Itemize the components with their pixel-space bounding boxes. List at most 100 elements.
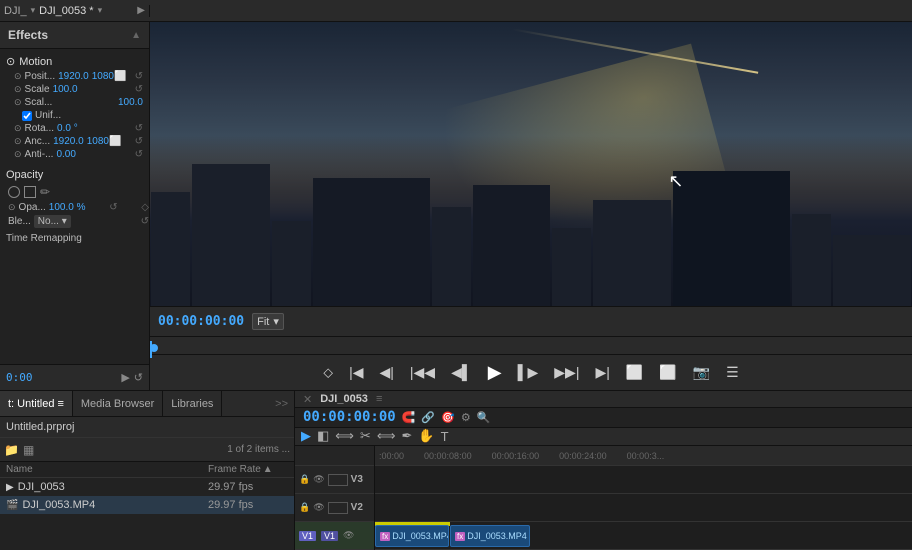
tool-type[interactable]: T (441, 429, 449, 444)
effects-collapse-icon[interactable]: ▲ (131, 30, 141, 41)
seq-link-icon[interactable]: 🔗 (421, 411, 435, 424)
anchor-timer-icon: ⊙ (14, 136, 22, 147)
clip-name-1: DJI_0053.MP4 (392, 531, 449, 541)
name-col-header[interactable]: Name (6, 464, 208, 475)
v2-eye-icon[interactable]: 👁 (313, 502, 324, 513)
tab-untitled-menu[interactable]: ≡ (57, 398, 63, 410)
jump-back-btn[interactable]: |◀◀ (406, 362, 439, 383)
effects-menu-btn[interactable]: ↺ (134, 371, 143, 384)
opacity-value[interactable]: 100.0 % (49, 202, 86, 213)
tool-hand[interactable]: ✋ (418, 428, 434, 444)
tab-untitled[interactable]: t: Untitled ≡ (0, 391, 73, 416)
ruler-t0: :00:00 (379, 451, 404, 461)
rotation-reset-icon[interactable]: ↺ (135, 123, 143, 134)
jump-fwd-btn[interactable]: ▶▶| (550, 362, 583, 383)
preview-canvas[interactable]: ↖ (150, 22, 912, 306)
play-fwd-btn[interactable]: ▌▶ (514, 362, 543, 383)
step-fwd-btn[interactable]: ▶| (591, 362, 613, 383)
tab-arrow-right[interactable]: ▶ (137, 5, 145, 16)
effects-title: Effects (8, 28, 48, 42)
antiflicker-value[interactable]: 0.00 (56, 149, 75, 160)
seq-markers-icon[interactable]: 🎯 (441, 411, 455, 424)
opacity-rect-shape[interactable] (24, 186, 36, 198)
blend-reset-icon[interactable]: ↺ (141, 216, 149, 227)
scale-u-value[interactable]: 100.0 (118, 97, 143, 108)
play-back-btn[interactable]: ◀▌ (447, 362, 476, 383)
opacity-keyframe-icon[interactable]: ◇ (141, 202, 149, 213)
scale-reset-icon[interactable]: ↺ (135, 84, 143, 95)
scale-value[interactable]: 100.0 (53, 84, 78, 95)
tool-selection[interactable]: ▶ (301, 428, 311, 444)
proj-new-bin-icon[interactable]: 📁 (4, 443, 19, 457)
effects-list: ⊙ Motion ⊙ Posit... 1920.0 1080⬜ ↺ ⊙ (0, 49, 149, 364)
anchor-reset-icon[interactable]: ↺ (135, 136, 143, 147)
track-label-v1: V1 V1 👁 (295, 522, 374, 550)
opacity-circle-shape[interactable] (8, 186, 20, 198)
clip-dji0053-2[interactable]: fx DJI_0053.MP4 (450, 525, 530, 547)
tool-razor[interactable]: ✂ (360, 428, 371, 444)
seq-menu-icon[interactable]: ≡ (376, 393, 382, 405)
file-fps-dji0053: 29.97 fps (208, 481, 288, 493)
seq-settings-icon[interactable]: ⚙ (461, 411, 471, 424)
property-anchor: ⊙ Anc... 1920.0 1080⬜ ↺ (6, 135, 143, 148)
file-name-dji0053: DJI_0053 (18, 481, 208, 493)
tab-media-browser[interactable]: Media Browser (73, 391, 163, 416)
position-reset-icon[interactable]: ↺ (135, 71, 143, 82)
tool-track-select[interactable]: ◧ (317, 428, 329, 444)
fit-dropdown[interactable]: Fit ▾ (252, 313, 284, 330)
tab-dji0053-chevron[interactable]: ▾ (98, 5, 103, 16)
effects-play-btn[interactable]: ▶ (121, 371, 129, 384)
file-row-dji0053[interactable]: ▶ DJI_0053 29.97 fps (0, 478, 294, 496)
v3-eye-icon[interactable]: 👁 (313, 474, 324, 485)
seq-track-v2 (375, 494, 912, 522)
v2-patch-icon[interactable] (328, 502, 348, 514)
anchor-x-value[interactable]: 1920.0 (53, 136, 84, 147)
seq-close-icon[interactable]: ✕ (303, 393, 312, 406)
clip-dji0053-1[interactable]: fx DJI_0053.MP4 (375, 525, 449, 547)
position-y-value[interactable]: 1080⬜ (92, 71, 127, 82)
position-x-value[interactable]: 1920.0 (58, 71, 89, 82)
rotation-value[interactable]: 0.0 ° (57, 123, 78, 134)
anchor-y-value[interactable]: 1080⬜ (87, 136, 122, 147)
uniform-scale-checkbox[interactable] (22, 111, 32, 121)
proj-thumb-icon[interactable]: ▦ (23, 443, 34, 457)
export-frame-btn[interactable]: 📷 (689, 362, 714, 383)
file-row-dji0053mp4[interactable]: 🎬 DJI_0053.MP4 29.97 fps (0, 496, 294, 514)
tool-pen[interactable]: ✒ (401, 428, 412, 444)
fps-col-header[interactable]: Frame Rate ▲ (208, 464, 288, 475)
loop-btn[interactable]: ⬜ (622, 362, 647, 383)
opacity-pen-icon[interactable]: ✏ (40, 185, 50, 199)
position-label: Posit... (25, 71, 56, 82)
seq-ruler-spacer (295, 446, 374, 466)
opacity-reset-btn[interactable]: ↺ (109, 202, 117, 213)
scale-u-icon: ⊙ (14, 97, 22, 108)
frame-back-btn[interactable]: ◀| (375, 362, 397, 383)
property-blend-mode: Ble... No... ▾ ↺ (0, 214, 149, 229)
safe-margin-btn[interactable]: ⬜ (655, 362, 680, 383)
seq-track-v1[interactable]: fx DJI_0053.MP4 fx DJI_0053.MP4 (375, 522, 912, 550)
tab-dji-chevron[interactable]: ▾ (31, 5, 36, 16)
blend-value[interactable]: No... ▾ (34, 215, 71, 228)
marker-btn[interactable]: ⬦ (319, 362, 337, 383)
v1-active-badge[interactable]: V1 (299, 531, 316, 541)
motion-group-header[interactable]: ⊙ Motion (6, 53, 143, 70)
step-back-btn[interactable]: |◀ (345, 362, 367, 383)
v3-lock-icon[interactable]: 🔒 (299, 474, 310, 485)
tab-dji[interactable]: DJI_ (4, 5, 27, 17)
seq-search-icon[interactable]: 🔍 (477, 411, 491, 424)
panel-expand-icon[interactable]: >> (275, 398, 294, 410)
v2-lock-icon[interactable]: 🔒 (299, 502, 310, 513)
v1-eye-icon[interactable]: 👁 (343, 530, 354, 541)
seq-magnet-icon[interactable]: 🧲 (402, 411, 416, 424)
settings-btn[interactable]: ☰ (722, 362, 743, 383)
v1-patch-badge[interactable]: V1 (321, 531, 338, 541)
tab-dji0053[interactable]: DJI_0053 * (39, 5, 93, 17)
antiflicker-reset-icon[interactable]: ↺ (135, 149, 143, 160)
project-panel-tabs: t: Untitled ≡ Media Browser Libraries >> (0, 391, 294, 417)
play-btn[interactable]: ▶ (484, 360, 506, 385)
tool-ripple[interactable]: ⟺ (335, 428, 354, 444)
tool-slip[interactable]: ⟺ (377, 428, 396, 444)
blend-label: Ble... (8, 216, 31, 227)
tab-libraries[interactable]: Libraries (163, 391, 222, 416)
v3-patch-icon[interactable] (328, 474, 348, 486)
